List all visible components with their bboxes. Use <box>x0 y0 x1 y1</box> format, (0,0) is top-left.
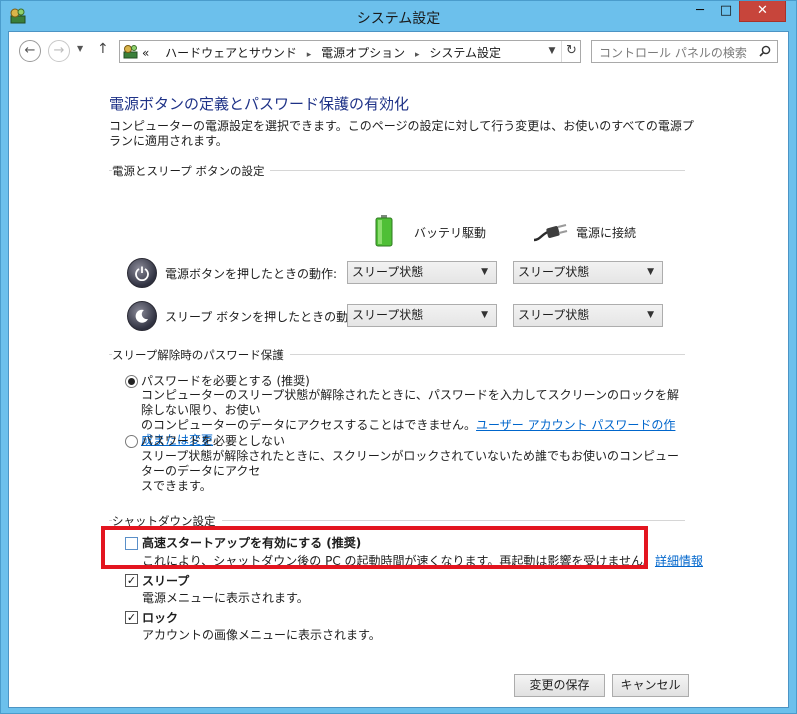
select-value: スリープ状態 <box>518 308 590 322</box>
checkmark-icon: ✓ <box>126 611 137 624</box>
no-password-label[interactable]: パスワードを必要としない <box>141 432 285 449</box>
address-bar[interactable]: « ハードウェアとサウンド ▸ 電源オプション ▸ システム設定 ▼ ↻ <box>119 40 581 63</box>
chevron-down-icon: ▼ <box>77 44 84 53</box>
checkmark-icon: ✓ <box>126 574 137 587</box>
breadcrumb-item-power-options[interactable]: 電源オプション <box>321 46 405 60</box>
main-content: 電源ボタンの定義とパスワード保護の有効化 コンピューターの電源設定を選択できます… <box>9 72 788 707</box>
search-icon[interactable] <box>759 45 771 57</box>
description-line: スリープ状態が解除されたときに、スクリーンがロックされていないため誰でもお使いの… <box>141 449 679 478</box>
power-section-heading: 電源とスリープ ボタンの設定 <box>112 163 271 179</box>
lock-label[interactable]: ロック <box>142 609 178 626</box>
title-bar[interactable]: システム設定 ─ □ ✕ <box>1 1 796 31</box>
power-button-plugged-select[interactable]: スリープ状態 ▼ <box>513 261 663 284</box>
arrow-right-icon: → <box>53 43 65 58</box>
minimize-button[interactable]: ─ <box>687 1 713 22</box>
description-text: のコンピューターのデータにアクセスすることはできません。 <box>141 418 477 432</box>
sleep-button-plugged-select[interactable]: スリープ状態 ▼ <box>513 304 663 327</box>
search-placeholder: コントロール パネルの検索 <box>599 46 747 60</box>
sleep-description: 電源メニューに表示されます。 <box>142 591 309 605</box>
power-button-icon <box>127 258 157 288</box>
lock-description: アカウントの画像メニューに表示されます。 <box>142 628 381 642</box>
password-section-heading: スリープ解除時のパスワード保護 <box>112 347 290 363</box>
breadcrumb-item-hardware[interactable]: ハードウェアとサウンド <box>165 46 297 60</box>
arrow-left-icon: ← <box>24 43 36 58</box>
maximize-button[interactable]: □ <box>713 1 739 22</box>
select-value: スリープ状態 <box>352 265 424 279</box>
select-value: スリープ状態 <box>352 308 424 322</box>
navigation-bar: ← → ▼ ↑ « ハードウェアとサウンド ▸ 電源オプション ▸ システム設定 <box>9 32 788 72</box>
require-password-label[interactable]: パスワードを必要とする (推奨) <box>141 372 310 389</box>
recent-locations-button[interactable]: ▼ <box>77 44 83 53</box>
chevron-down-icon: ▼ <box>548 46 556 56</box>
highlight-annotation <box>101 526 648 569</box>
control-panel-icon <box>123 45 138 59</box>
chevron-down-icon: ▼ <box>647 310 654 320</box>
breadcrumb-overflow[interactable]: « <box>142 46 149 60</box>
breadcrumb-separator[interactable]: ▸ <box>307 50 312 60</box>
sleep-button-icon <box>127 301 157 331</box>
description-line: スできます。 <box>141 479 212 493</box>
address-dropdown-button[interactable]: ▼ <box>545 43 559 60</box>
chevron-down-icon: ▼ <box>481 310 488 320</box>
more-info-link[interactable]: 詳細情報 <box>655 554 703 568</box>
forward-button[interactable]: → <box>48 40 70 62</box>
require-password-radio[interactable] <box>125 375 138 388</box>
sleep-button-label: スリープ ボタンを押したときの動作: <box>165 310 365 324</box>
select-value: スリープ状態 <box>518 265 590 279</box>
close-button[interactable]: ✕ <box>739 1 786 22</box>
search-input[interactable]: コントロール パネルの検索 <box>591 40 778 63</box>
up-button[interactable]: ↑ <box>97 41 109 57</box>
breadcrumb: « ハードウェアとサウンド ▸ 電源オプション ▸ システム設定 <box>142 44 501 61</box>
sleep-label[interactable]: スリープ <box>142 572 189 589</box>
power-plug-icon <box>533 224 568 242</box>
breadcrumb-item-system-settings[interactable]: システム設定 <box>429 46 501 60</box>
chevron-down-icon: ▼ <box>481 267 488 277</box>
refresh-button[interactable]: ↻ <box>561 41 581 62</box>
cancel-button[interactable]: キャンセル <box>612 674 689 697</box>
battery-icon <box>375 215 393 247</box>
battery-column-heading: バッテリ駆動 <box>414 226 487 240</box>
sleep-button-battery-select[interactable]: スリープ状態 ▼ <box>347 304 497 327</box>
back-button[interactable]: ← <box>19 40 41 62</box>
refresh-icon: ↻ <box>566 43 577 58</box>
window-title: システム設定 <box>356 11 441 27</box>
client-area: ← → ▼ ↑ « ハードウェアとサウンド ▸ 電源オプション ▸ システム設定 <box>8 31 789 708</box>
no-password-radio[interactable] <box>125 435 138 448</box>
description-line: コンピューターのスリープ状態が解除されたときに、パスワードを入力してスクリーンの… <box>141 388 679 417</box>
page-description: コンピューターの電源設定を選択できます。このページの設定に対して行う変更は、お使… <box>109 119 694 148</box>
no-password-description: スリープ状態が解除されたときに、スクリーンがロックされていないため誰でもお使いの… <box>141 449 681 494</box>
chevron-down-icon: ▼ <box>647 267 654 277</box>
save-changes-button[interactable]: 変更の保存 <box>514 674 605 697</box>
plugged-column-heading: 電源に接続 <box>576 226 637 240</box>
power-button-battery-select[interactable]: スリープ状態 ▼ <box>347 261 497 284</box>
power-button-label: 電源ボタンを押したときの動作: <box>165 267 338 281</box>
breadcrumb-separator[interactable]: ▸ <box>415 50 420 60</box>
sleep-checkbox[interactable]: ✓ <box>125 574 138 587</box>
page-title: 電源ボタンの定義とパスワード保護の有効化 <box>109 95 410 113</box>
lock-checkbox[interactable]: ✓ <box>125 611 138 624</box>
window: システム設定 ─ □ ✕ ← → ▼ ↑ « ハードウェアとサウンド ▸ 電源オ… <box>0 0 797 714</box>
arrow-up-icon: ↑ <box>97 41 109 57</box>
